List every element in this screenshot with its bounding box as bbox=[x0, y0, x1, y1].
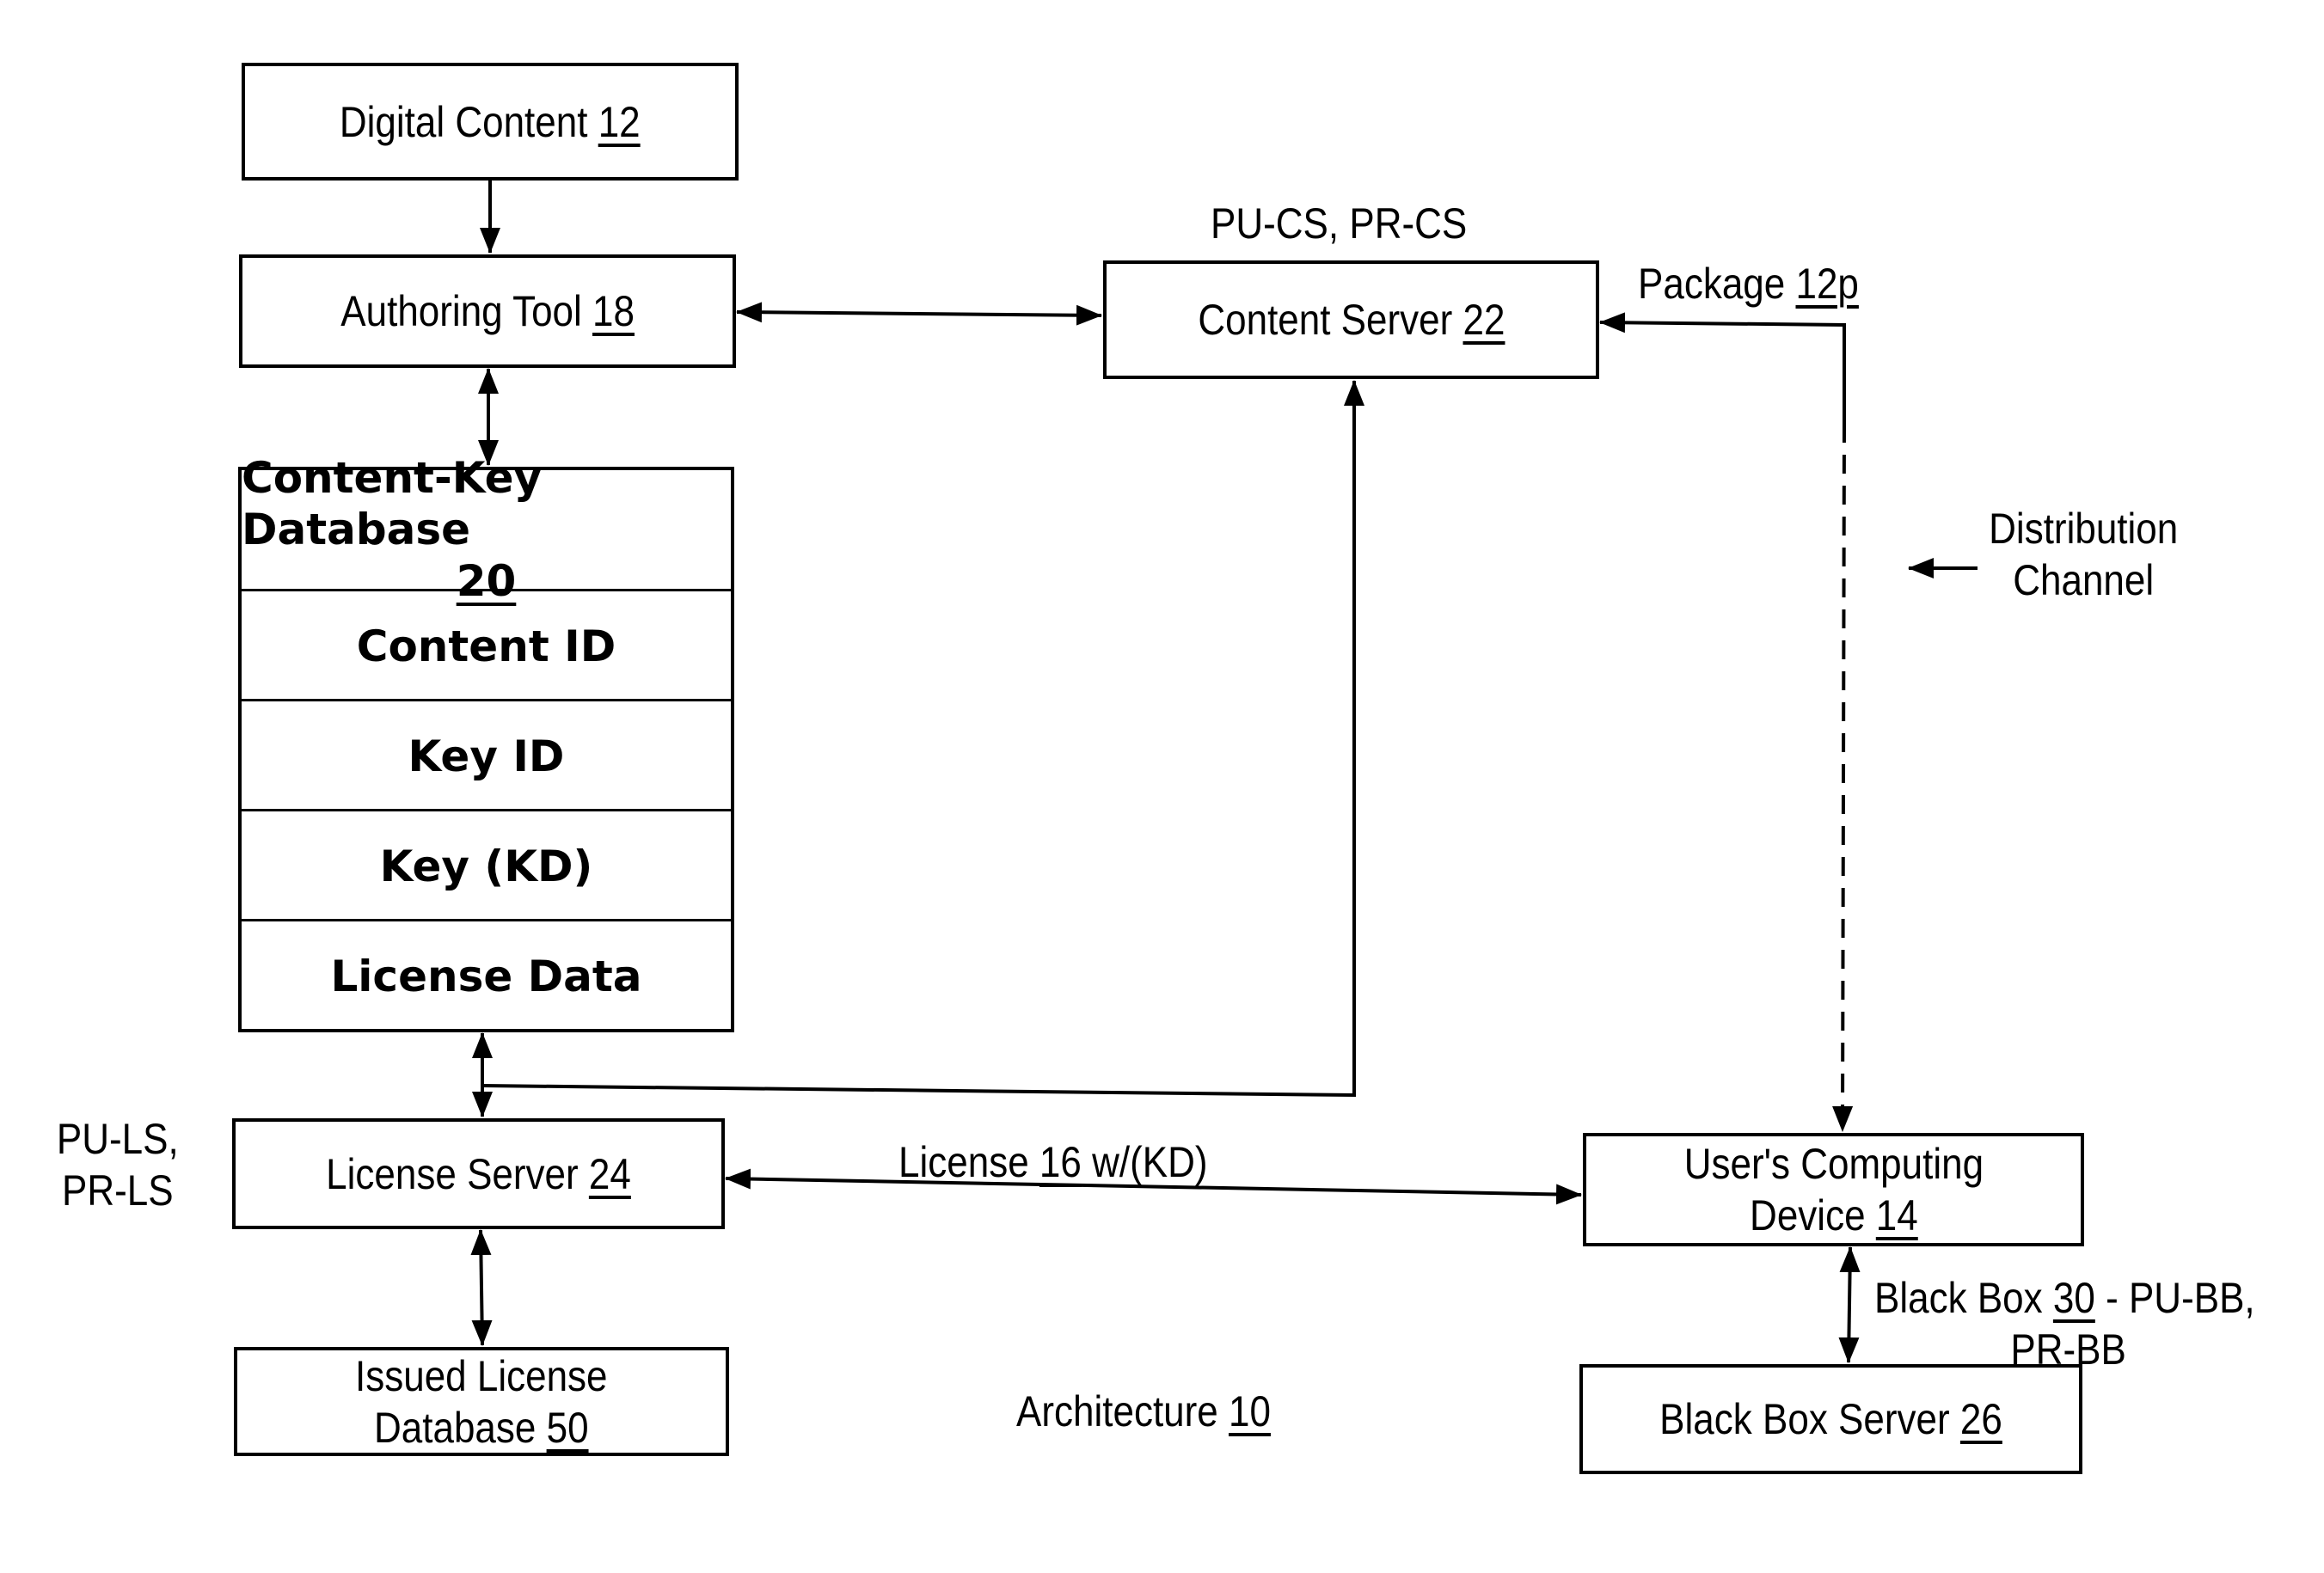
label-text: Content Server bbox=[1197, 296, 1452, 344]
label-text: Device bbox=[1749, 1191, 1866, 1239]
node-authoring-tool: Authoring Tool 18 bbox=[239, 254, 736, 368]
ref-number: 12 bbox=[598, 97, 641, 146]
node-content-server: Content Server 22 bbox=[1103, 260, 1599, 379]
edge-package-solid bbox=[1599, 312, 1846, 424]
label-text: Digital Content bbox=[340, 97, 588, 146]
edge-package-label: Package 12p bbox=[1638, 258, 1859, 309]
ref-number: 18 bbox=[592, 287, 635, 335]
label-line1: User's Computing bbox=[1683, 1140, 1984, 1188]
label-line2: Database 50 bbox=[355, 1402, 608, 1454]
label-text: Package bbox=[1638, 260, 1786, 308]
node-content-server-label: Content Server 22 bbox=[1198, 294, 1505, 346]
label-text-suffix: w/(KD) bbox=[1092, 1138, 1208, 1186]
ref-number: 10 bbox=[1229, 1387, 1271, 1435]
db-field-license-data: License Data bbox=[242, 919, 731, 1031]
ref-number: 12p bbox=[1795, 260, 1859, 308]
ref-number: 24 bbox=[588, 1149, 631, 1198]
edge-package-dashed bbox=[1832, 423, 1854, 1132]
label-line1: PU-LS, bbox=[56, 1115, 179, 1163]
edge-authoring-content-server bbox=[736, 302, 1102, 326]
db-field-key-id: Key ID bbox=[242, 699, 731, 811]
label-line2: Device 14 bbox=[1683, 1190, 1983, 1241]
license-server-keys: PU-LS, PR-LS bbox=[53, 1113, 182, 1216]
label-text: Black Box Server bbox=[1659, 1395, 1950, 1443]
node-authoring-tool-label: Authoring Tool 18 bbox=[340, 285, 635, 337]
edge-black-box-label: Black Box 30 - PU-BB, PR-BB bbox=[1874, 1272, 2255, 1375]
label-text-suffix: - PU-BB, bbox=[2106, 1274, 2255, 1322]
node-issued-license-database: Issued License Database 50 bbox=[234, 1347, 729, 1456]
node-users-computing-device-label: User's Computing Device 14 bbox=[1683, 1138, 1983, 1241]
edge-black-box bbox=[1838, 1246, 1861, 1363]
diagram-title: Architecture 10 bbox=[1016, 1386, 1271, 1437]
db-header: Content-Key Database 20 bbox=[242, 453, 731, 606]
ref-number: 30 bbox=[2052, 1274, 2095, 1322]
content-server-keys: PU-CS, PR-CS bbox=[1211, 199, 1468, 248]
node-digital-content-label: Digital Content 12 bbox=[340, 96, 641, 148]
label-line2: Channel bbox=[2013, 556, 2155, 604]
node-users-computing-device: User's Computing Device 14 bbox=[1583, 1133, 2084, 1246]
label-text: Black Box bbox=[1874, 1274, 2043, 1322]
ref-number: 50 bbox=[546, 1403, 589, 1452]
db-field-key-kd: Key (KD) bbox=[242, 809, 731, 921]
title-text: Architecture bbox=[1016, 1387, 1218, 1435]
ref-number: 22 bbox=[1462, 296, 1505, 344]
edge-license-server-issued-db bbox=[470, 1229, 493, 1346]
ref-number: 16 bbox=[1039, 1138, 1082, 1186]
edge-license-label: License 16 w/(KD) bbox=[898, 1136, 1208, 1188]
label-line1: Issued License bbox=[355, 1351, 608, 1400]
label-line1: Black Box 30 - PU-BB, bbox=[1874, 1272, 2255, 1324]
distribution-channel-label: Distribution Channel bbox=[1978, 503, 2189, 606]
label-line2: PR-LS bbox=[61, 1166, 174, 1215]
node-black-box-server-label: Black Box Server 26 bbox=[1659, 1393, 2002, 1445]
db-field-content-id: Content ID bbox=[242, 589, 731, 701]
node-digital-content: Digital Content 12 bbox=[242, 63, 739, 181]
db-title: Content-Key Database bbox=[242, 453, 543, 554]
node-black-box-server: Black Box Server 26 bbox=[1579, 1364, 2082, 1474]
label-text: Authoring Tool bbox=[340, 287, 582, 335]
node-content-key-database: Content-Key Database 20 Content ID Key I… bbox=[238, 453, 734, 1032]
label-text: Database bbox=[374, 1403, 537, 1452]
node-license-server: License Server 24 bbox=[232, 1118, 725, 1229]
node-license-server-label: License Server 24 bbox=[326, 1148, 631, 1200]
node-issued-license-database-label: Issued License Database 50 bbox=[355, 1350, 608, 1454]
ref-number: 26 bbox=[1959, 1395, 2002, 1443]
label-line1: Distribution bbox=[1989, 505, 2179, 553]
ref-number: 14 bbox=[1875, 1191, 1918, 1239]
label-text: License bbox=[898, 1138, 1029, 1186]
label-text: License Server bbox=[326, 1149, 579, 1198]
